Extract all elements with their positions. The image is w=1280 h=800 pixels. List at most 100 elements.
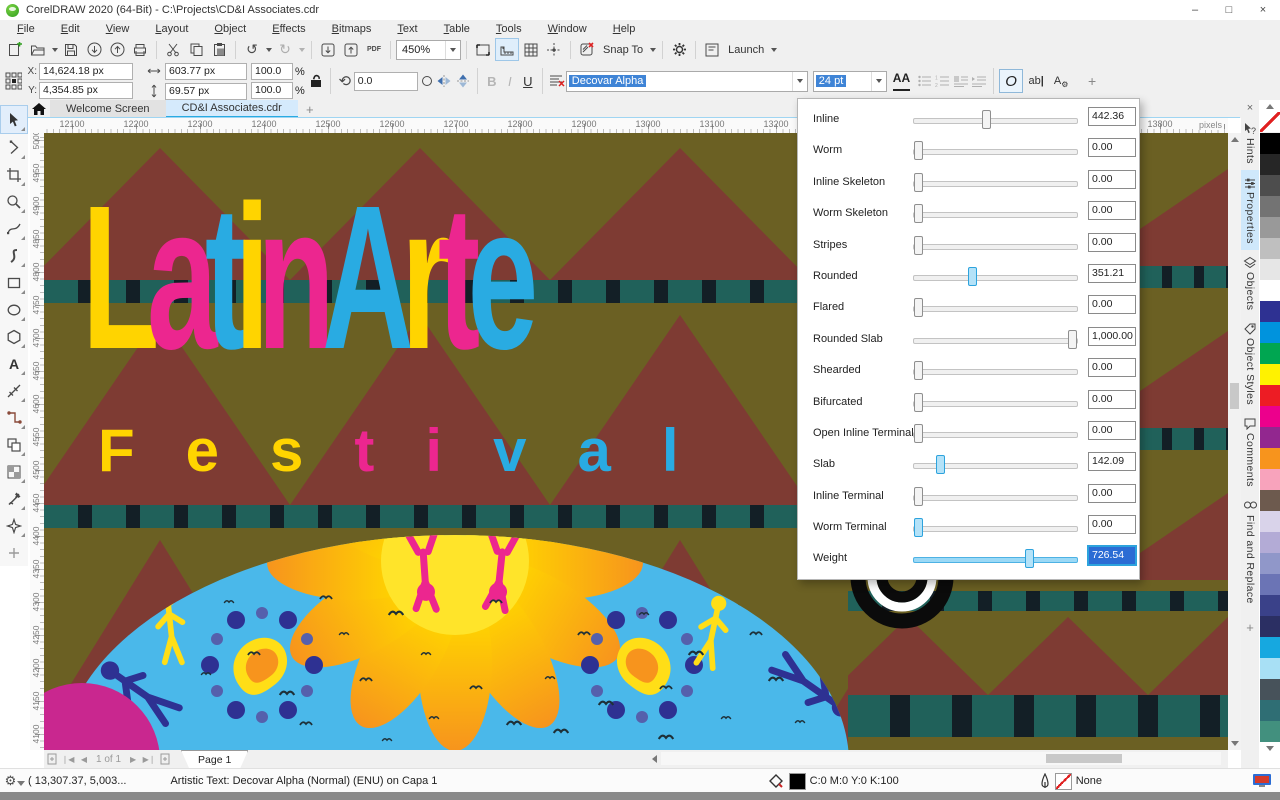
palette-swatch[interactable] <box>1260 511 1280 532</box>
vf-slider-handle-worm[interactable] <box>914 141 923 160</box>
palette-swatch[interactable] <box>1260 364 1280 385</box>
scroll-down-caret[interactable] <box>1228 737 1241 750</box>
vf-slider-handle-inline-terminal[interactable] <box>914 487 923 506</box>
drop-cap-icon[interactable] <box>952 72 970 90</box>
bold-button[interactable]: B <box>483 71 501 91</box>
color-proof-icon[interactable] <box>1252 773 1272 789</box>
cut-button[interactable] <box>162 39 184 60</box>
add-page-after-icon[interactable] <box>157 751 173 767</box>
vf-slider-handle-rounded[interactable] <box>968 267 977 286</box>
object-width-field[interactable]: 603.77 px <box>165 63 247 80</box>
palette-swatch[interactable] <box>1260 490 1280 511</box>
vf-value-rounded-slab[interactable]: 1,000.00 <box>1088 327 1136 346</box>
import-button[interactable] <box>83 39 105 60</box>
transparency-tool[interactable] <box>1 458 27 485</box>
status-gear-icon[interactable]: ⚙ <box>6 772 24 790</box>
palette-swatch[interactable] <box>1260 616 1280 637</box>
outline-color-swatch[interactable] <box>1055 773 1072 790</box>
vf-value-open-inline-terminal[interactable]: 0.00 <box>1088 421 1136 440</box>
underline-button[interactable]: U <box>519 71 537 91</box>
show-rulers-button[interactable] <box>495 38 519 61</box>
bulleted-list-icon[interactable] <box>916 72 934 90</box>
vf-slider-handle-inline-skeleton[interactable] <box>914 173 923 192</box>
add-tool[interactable] <box>1 539 27 566</box>
palette-swatch[interactable] <box>1260 721 1280 742</box>
menu-effects[interactable]: Effects <box>259 22 318 36</box>
zoom-level-combo[interactable]: 450% <box>396 40 461 60</box>
palette-swatch[interactable] <box>1260 322 1280 343</box>
text-alignment-none-icon[interactable] <box>548 72 566 90</box>
rotation-angle-field[interactable]: 0.0 <box>354 72 418 91</box>
paste-button[interactable] <box>208 39 230 60</box>
palette-swatch[interactable] <box>1260 217 1280 238</box>
vf-value-inline-terminal[interactable]: 0.00 <box>1088 484 1136 503</box>
open-dropdown-caret[interactable] <box>50 39 59 60</box>
vf-slider-stripes[interactable] <box>913 244 1078 250</box>
zoom-tool[interactable] <box>1 188 27 215</box>
new-tab-button[interactable]: + <box>298 100 322 118</box>
maximize-button[interactable]: □ <box>1212 0 1246 20</box>
mirror-horizontal-icon[interactable] <box>436 72 454 90</box>
vertical-scrollbar[interactable] <box>1228 133 1241 750</box>
palette-swatch[interactable] <box>1260 700 1280 721</box>
docker-tab-hints[interactable]: ?Hints <box>1241 116 1259 170</box>
artistic-media-tool[interactable] <box>1 242 27 269</box>
publish-pdf-button[interactable]: PDF <box>363 39 385 60</box>
eyedropper-tool[interactable] <box>1 485 27 512</box>
open-button[interactable] <box>27 39 49 60</box>
edit-text-button[interactable]: ab| <box>1023 71 1049 91</box>
rotation-center-icon[interactable] <box>418 72 436 90</box>
connector-tool[interactable] <box>1 404 27 431</box>
vf-slider-inline[interactable] <box>913 118 1078 124</box>
palette-swatch[interactable] <box>1260 637 1280 658</box>
palette-swatch[interactable] <box>1260 385 1280 406</box>
vf-slider-worm-skeleton[interactable] <box>913 212 1078 218</box>
scroll-left-caret[interactable] <box>648 752 661 765</box>
crop-tool[interactable] <box>1 161 27 188</box>
palette-swatch[interactable] <box>1260 280 1280 301</box>
undo-button[interactable]: ↺ <box>241 39 263 60</box>
text-properties-button[interactable]: A⚙ <box>1049 71 1073 91</box>
vf-value-stripes[interactable]: 0.00 <box>1088 233 1136 252</box>
copy-button[interactable] <box>185 39 207 60</box>
vf-value-shearded[interactable]: 0.00 <box>1088 358 1136 377</box>
palette-swatch[interactable] <box>1260 532 1280 553</box>
variable-fonts-button[interactable]: AA <box>893 71 910 91</box>
vf-slider-inline-skeleton[interactable] <box>913 181 1078 187</box>
customize-plus-button[interactable]: + <box>1083 71 1101 91</box>
menu-help[interactable]: Help <box>600 22 649 36</box>
export-document-button[interactable] <box>340 39 362 60</box>
tab-document[interactable]: CD&I Associates.cdr <box>166 100 298 118</box>
scale-h-field[interactable]: 100.0 <box>251 63 293 80</box>
vf-value-worm[interactable]: 0.00 <box>1088 138 1136 157</box>
scale-v-field[interactable]: 100.0 <box>251 82 293 99</box>
palette-swatch[interactable] <box>1260 679 1280 700</box>
palette-swatch[interactable] <box>1260 469 1280 490</box>
next-page-icon[interactable]: ▶ <box>125 751 141 767</box>
vf-slider-handle-flared[interactable] <box>914 298 923 317</box>
launch-icon[interactable] <box>701 39 723 60</box>
show-grid-button[interactable] <box>520 39 542 60</box>
add-page-before-icon[interactable] <box>44 751 60 767</box>
page-tab[interactable]: Page 1 <box>181 750 248 768</box>
palette-swatch[interactable] <box>1260 574 1280 595</box>
minimize-button[interactable]: – <box>1178 0 1212 20</box>
palette-swatch[interactable] <box>1260 301 1280 322</box>
docker-tab-objects[interactable]: Objects <box>1241 250 1259 316</box>
dimension-tool[interactable] <box>1 377 27 404</box>
interactive-fill-tool[interactable] <box>1 512 27 539</box>
palette-swatch[interactable] <box>1260 133 1280 154</box>
palette-swatch[interactable] <box>1260 448 1280 469</box>
zoom-caret[interactable] <box>445 41 460 59</box>
tab-welcome-screen[interactable]: Welcome Screen <box>50 100 166 118</box>
scroll-up-caret[interactable] <box>1228 133 1241 146</box>
vf-slider-flared[interactable] <box>913 306 1078 312</box>
vf-slider-handle-worm-skeleton[interactable] <box>914 204 923 223</box>
fill-color-swatch[interactable] <box>789 773 806 790</box>
numbered-list-icon[interactable]: 12 <box>934 72 952 90</box>
vf-slider-weight[interactable] <box>913 557 1078 563</box>
x-position-field[interactable]: 14,624.18 px <box>39 63 133 80</box>
docker-tab-comments[interactable]: Comments <box>1241 411 1259 493</box>
menu-edit[interactable]: Edit <box>48 22 93 36</box>
palette-scroll-down[interactable] <box>1266 742 1274 754</box>
